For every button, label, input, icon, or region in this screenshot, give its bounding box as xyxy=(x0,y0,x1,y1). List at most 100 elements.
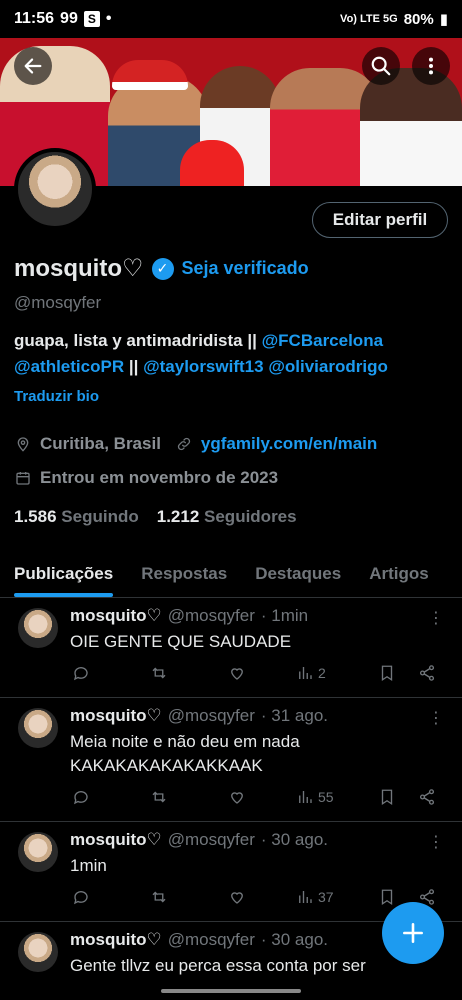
profile-bio: guapa, lista y antimadridista || @FCBarc… xyxy=(14,328,444,380)
profile-tabs: Publicações Respostas Destaques Artigos xyxy=(0,550,462,598)
share-button[interactable] xyxy=(418,788,436,806)
share-icon xyxy=(419,789,435,805)
bio-mention-taylorswift13[interactable]: @taylorswift13 xyxy=(143,357,264,376)
dot-icon: • xyxy=(105,10,112,27)
tweet[interactable]: mosquito♡ @mosqyfer · 30 ago. ⋮ 1min 37 xyxy=(0,822,462,922)
search-button[interactable] xyxy=(362,47,400,85)
like-button[interactable] xyxy=(228,888,296,906)
bio-mention-fcbarcelona[interactable]: @FCBarcelona xyxy=(262,331,383,350)
profile-meta-location-row: Curitiba, Brasil ygfamily.com/en/main xyxy=(14,434,377,454)
reply-icon xyxy=(73,667,88,681)
tweet-text: 1min xyxy=(70,856,107,875)
link-icon xyxy=(175,435,193,453)
profile-name: mosquito♡ xyxy=(14,255,144,282)
tweet-author-name[interactable]: mosquito♡ xyxy=(70,930,162,950)
tweet-header: mosquito♡ @mosqyfer · 1min xyxy=(70,606,308,626)
share-button[interactable] xyxy=(418,664,436,682)
bio-separator: || xyxy=(124,357,144,376)
tweet-author-handle: @mosqyfer xyxy=(167,606,255,625)
views-count: 37 xyxy=(318,889,334,905)
tweet-actions: 2 xyxy=(72,664,442,682)
app-badge-icon: S xyxy=(83,11,100,27)
tweet-more-icon[interactable]: ⋮ xyxy=(428,608,444,628)
following-stat[interactable]: 1.586 Seguindo xyxy=(14,507,139,527)
calendar-icon xyxy=(14,469,32,487)
edit-profile-button[interactable]: Editar perfil xyxy=(312,202,448,238)
tweet-actions: 55 xyxy=(72,788,442,806)
heart-icon xyxy=(231,792,243,804)
bio-mention-athleticopr[interactable]: @athleticoPR xyxy=(14,357,124,376)
more-vertical-icon xyxy=(428,57,434,75)
followers-label: Seguidores xyxy=(204,507,297,526)
tweet-avatar[interactable] xyxy=(18,932,58,972)
tweet-text: OIE GENTE QUE SAUDADE xyxy=(70,632,292,651)
banner-photo-5 xyxy=(360,68,462,186)
home-indicator[interactable] xyxy=(161,989,301,993)
tweet-author-name[interactable]: mosquito♡ xyxy=(70,830,162,850)
tweet-author-handle: @mosqyfer xyxy=(167,930,255,949)
reply-button[interactable] xyxy=(72,664,150,682)
views-button[interactable]: 37 xyxy=(296,888,378,906)
views-button[interactable]: 55 xyxy=(296,788,378,806)
like-button[interactable] xyxy=(228,788,296,806)
reply-button[interactable] xyxy=(72,788,150,806)
profile-website-link[interactable]: ygfamily.com/en/main xyxy=(201,434,377,454)
views-chart-icon xyxy=(299,667,312,679)
tweet-time: · 1min xyxy=(260,606,309,625)
tweet[interactable]: mosquito♡ @mosqyfer · 1min ⋮ OIE GENTE Q… xyxy=(0,598,462,698)
like-button[interactable] xyxy=(228,664,296,682)
status-notification-count: 99 xyxy=(60,10,78,27)
location-pin-icon xyxy=(14,435,32,453)
bookmark-button[interactable] xyxy=(378,664,418,682)
battery-percent: 80% xyxy=(403,10,434,28)
bookmark-button[interactable] xyxy=(378,788,418,806)
bookmark-icon xyxy=(381,889,393,906)
followers-count: 1.212 xyxy=(156,507,200,526)
tab-destaques[interactable]: Destaques xyxy=(241,550,355,597)
tweet-avatar[interactable] xyxy=(18,832,58,872)
tweet-avatar[interactable] xyxy=(18,608,58,648)
tweet-avatar[interactable] xyxy=(18,708,58,748)
followers-stat[interactable]: 1.212 Seguidores xyxy=(157,507,297,527)
retweet-icon xyxy=(152,667,166,679)
tweet-author-name[interactable]: mosquito♡ xyxy=(70,706,162,726)
plus-icon xyxy=(403,923,423,943)
tab-publicacoes[interactable]: Publicações xyxy=(0,550,127,597)
retweet-button[interactable] xyxy=(150,664,228,682)
following-label: Seguindo xyxy=(61,507,139,526)
tweet-text: Meia noite e não deu em nada KAKAKAKAKAK… xyxy=(70,732,300,775)
bio-text: guapa, lista y antimadridista || xyxy=(14,331,262,350)
get-verified-link[interactable]: Seja verificado xyxy=(182,258,309,279)
retweet-button[interactable] xyxy=(150,888,228,906)
tweet-more-icon[interactable]: ⋮ xyxy=(428,832,444,852)
signal-icons: Vo) LTE 5G xyxy=(340,13,398,25)
verified-badge-icon[interactable]: ✓ xyxy=(151,257,174,280)
search-icon xyxy=(371,56,391,76)
reply-icon xyxy=(73,891,88,905)
views-button[interactable]: 2 xyxy=(296,664,378,682)
more-button[interactable] xyxy=(412,47,450,85)
status-time: 11:56 xyxy=(14,10,55,27)
santa-hat xyxy=(112,60,188,90)
tab-artigos[interactable]: Artigos xyxy=(355,550,443,597)
tweet-more-icon[interactable]: ⋮ xyxy=(428,708,444,728)
back-button[interactable] xyxy=(14,47,52,85)
tweet-time: · 30 ago. xyxy=(260,930,329,949)
retweet-button[interactable] xyxy=(150,788,228,806)
tweet[interactable]: mosquito♡ @mosqyfer · 31 ago. ⋮ Meia noi… xyxy=(0,698,462,822)
tweet-author-handle: @mosqyfer xyxy=(167,830,255,849)
views-chart-icon xyxy=(299,791,312,803)
profile-location: Curitiba, Brasil xyxy=(40,434,161,453)
retweet-icon xyxy=(152,791,166,803)
following-count: 1.586 xyxy=(14,507,57,526)
bio-mention-oliviarodrigo[interactable]: @oliviarodrigo xyxy=(268,357,388,376)
translate-bio-link[interactable]: Traduzir bio xyxy=(14,388,99,405)
reply-button[interactable] xyxy=(72,888,150,906)
tweet-header: mosquito♡ @mosqyfer · 30 ago. xyxy=(70,830,328,850)
compose-tweet-button[interactable] xyxy=(382,902,444,964)
profile-avatar[interactable] xyxy=(14,148,96,230)
share-icon xyxy=(419,665,435,681)
tab-respostas[interactable]: Respostas xyxy=(127,550,241,597)
tweet-author-name[interactable]: mosquito♡ xyxy=(70,606,162,626)
profile-handle: @mosqyfer xyxy=(14,293,102,312)
